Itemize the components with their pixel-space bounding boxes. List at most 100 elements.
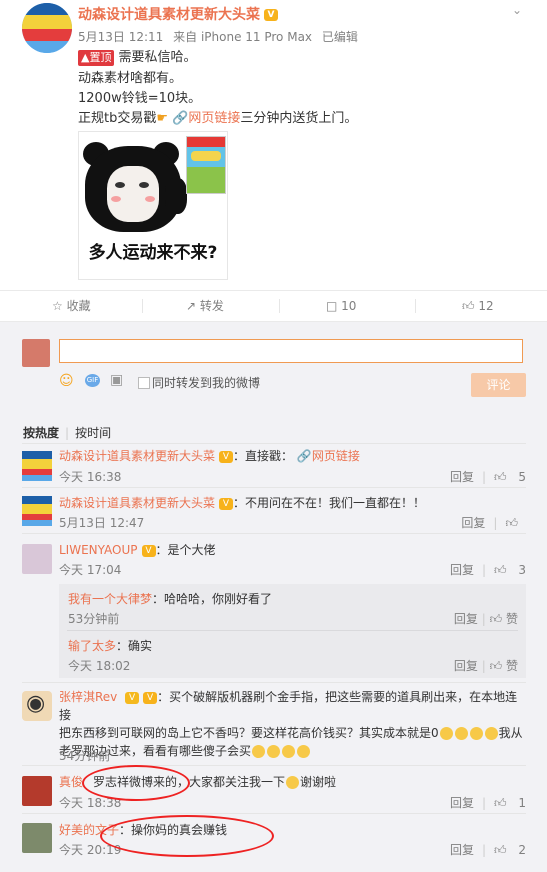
reply-button[interactable]: 回复 bbox=[450, 563, 474, 577]
comment-like-button[interactable]: 👍︎ 3 bbox=[494, 563, 526, 577]
replier-name[interactable]: 输了太多 bbox=[68, 639, 116, 653]
reply-text: 输了太多：确实 bbox=[68, 639, 153, 653]
commenter-avatar[interactable] bbox=[22, 823, 52, 853]
my-avatar[interactable] bbox=[22, 339, 50, 367]
repost-button[interactable]: ↗ 转发 bbox=[186, 291, 224, 321]
commenter-name[interactable]: 张梓淇Rev bbox=[59, 690, 117, 704]
commenter-name[interactable]: 动森设计道具素材更新大头菜 bbox=[59, 449, 215, 463]
reply-actions: 回复 | 👍︎ 赞 bbox=[453, 659, 518, 673]
gif-icon[interactable]: GIF bbox=[85, 374, 100, 387]
replier-name[interactable]: 我有一个大律梦 bbox=[68, 592, 152, 606]
comment-text: 张梓淇Rev V V ：买个破解版机器刷个金手指，把这些需要的道具刷出来，在本地连接… bbox=[59, 690, 523, 758]
reply-like-button[interactable]: 👍︎ 赞 bbox=[490, 612, 518, 626]
commenter-name[interactable]: 真俊 bbox=[59, 775, 83, 789]
panda-hand bbox=[165, 178, 187, 214]
tab-sort-time[interactable]: 按时间 bbox=[75, 426, 111, 440]
doge-emoji-icon bbox=[454, 727, 468, 740]
post-line-1: ▲置顶 需要私信哈。 bbox=[78, 46, 196, 66]
reply-time: 今天 18:02 bbox=[68, 659, 131, 673]
commenter-avatar[interactable] bbox=[22, 496, 52, 526]
commenter-name[interactable]: 动森设计道具素材更新大头菜 bbox=[59, 496, 215, 510]
comment-input[interactable] bbox=[59, 339, 523, 363]
vip-badge-icon: V bbox=[264, 9, 278, 21]
post-edited[interactable]: 已编辑 bbox=[322, 30, 358, 44]
post-line-4: 正规tb交易戳☛ 🔗网页链接三分钟内送货上门。 bbox=[78, 111, 358, 126]
web-link[interactable]: 🔗网页链接 bbox=[297, 449, 360, 463]
commenter-avatar[interactable] bbox=[22, 544, 52, 574]
favorite-button[interactable]: ☆ 收藏 bbox=[52, 291, 91, 321]
comment-actions: 回复 | 👍︎ 3 bbox=[449, 563, 526, 577]
like-button[interactable]: 👍︎ 12 bbox=[462, 291, 494, 321]
commenter-avatar[interactable] bbox=[22, 451, 52, 481]
annotation-oval bbox=[82, 765, 190, 801]
reply-button[interactable]: 回复 bbox=[454, 612, 478, 626]
laugh-emoji-icon bbox=[252, 745, 266, 758]
submit-comment-button[interactable]: 评论 bbox=[471, 373, 526, 397]
author-avatar[interactable] bbox=[22, 3, 72, 53]
reply-button[interactable]: 回复 bbox=[450, 796, 474, 810]
image-caption: 多人运动来不来? bbox=[88, 243, 218, 263]
pointing-hand-icon: ☛ bbox=[156, 111, 169, 126]
post-action-bar: ☆ 收藏 ↗ 转发 □ 10 👍︎ 12 bbox=[0, 290, 547, 322]
reply-button[interactable]: 回复 bbox=[461, 516, 485, 530]
tab-sort-hot[interactable]: 按热度 bbox=[23, 426, 59, 440]
comment-actions: 回复 | 👍︎ bbox=[453, 514, 526, 531]
thumbs-up-icon: 👍︎ bbox=[462, 299, 475, 313]
post-line-2: 动森素材啥都有。 bbox=[78, 71, 183, 86]
reply-button[interactable]: 回复 bbox=[450, 470, 474, 484]
laugh-emoji-icon bbox=[267, 745, 281, 758]
reply-button[interactable]: 回复 bbox=[450, 843, 474, 857]
chevron-down-icon[interactable]: ⌄ bbox=[512, 3, 522, 17]
repost-checkbox-label: 同时转发到我的微博 bbox=[152, 376, 261, 390]
star-icon: ☆ bbox=[52, 299, 63, 313]
vip-badge-icon: V bbox=[143, 691, 158, 704]
post-image[interactable]: 多人运动来不来? bbox=[78, 131, 228, 280]
comment-like-button[interactable]: 👍︎ bbox=[505, 516, 526, 530]
weibo-post-card: 动森设计道具素材更新大头菜 V ⌄ 5月13日 12:11 来自 iPhone 1… bbox=[0, 0, 547, 872]
comment-time: 5月13日 12:47 bbox=[59, 516, 145, 530]
laugh-emoji-icon bbox=[297, 745, 311, 758]
web-link[interactable]: 🔗网页链接 bbox=[172, 111, 240, 126]
laugh-emoji-icon bbox=[282, 745, 296, 758]
vip-badge-icon: V bbox=[141, 544, 156, 557]
doge-emoji-icon bbox=[439, 727, 453, 740]
vip-badge-icon: V bbox=[219, 497, 234, 510]
comment-text: 动森设计道具素材更新大头菜 V ：不用问在不在！我们一直都在！！ bbox=[59, 496, 426, 510]
commenter-name[interactable]: LIWENYAOUP bbox=[59, 543, 138, 557]
verified-v-icon: V bbox=[125, 691, 140, 704]
reply-actions: 回复 | 👍︎ 赞 bbox=[453, 612, 518, 626]
comment-time: 今天 17:04 bbox=[59, 563, 122, 577]
doge-emoji-icon bbox=[286, 776, 300, 789]
comment-like-button[interactable]: 👍︎ 1 bbox=[494, 796, 526, 810]
comment-actions: 回复 | 👍︎ 2 bbox=[449, 843, 526, 857]
commenter-avatar[interactable] bbox=[22, 776, 52, 806]
emoji-icon[interactable]: ☺ bbox=[59, 373, 74, 389]
comment-time: 今天 16:38 bbox=[59, 470, 122, 484]
comment-time: 54分钟前 bbox=[59, 749, 111, 763]
repost-icon: ↗ bbox=[186, 299, 197, 313]
reply-thread: 我有一个大律梦：哈哈哈，你刚好看了 53分钟前 回复 | 👍︎ 赞 输了太多：确… bbox=[59, 584, 526, 678]
reply-like-button[interactable]: 👍︎ 赞 bbox=[490, 659, 518, 673]
comment-like-button[interactable]: 👍︎ 5 bbox=[494, 470, 526, 484]
comment-actions: 回复 | 👍︎ 1 bbox=[449, 796, 526, 810]
doge-emoji-icon bbox=[469, 727, 483, 740]
sort-tabs: 按热度 | 按时间 bbox=[23, 426, 112, 440]
reply-text: 我有一个大律梦：哈哈哈，你刚好看了 bbox=[68, 592, 273, 606]
image-icon[interactable]: ▣ bbox=[110, 372, 123, 388]
reply-button[interactable]: 回复 bbox=[454, 659, 478, 673]
pin-badge: ▲置顶 bbox=[78, 50, 115, 66]
doge-emoji-icon bbox=[484, 727, 498, 740]
comment-actions: 回复 | 👍︎ 5 bbox=[449, 470, 526, 484]
comment-text: 动森设计道具素材更新大头菜 V ：直接戳： 🔗网页链接 bbox=[59, 449, 360, 463]
vip-badge-icon: V bbox=[219, 450, 234, 463]
author-name[interactable]: 动森设计道具素材更新大头菜 V bbox=[78, 4, 278, 24]
post-time[interactable]: 5月13日 12:11 bbox=[78, 30, 163, 44]
post-line-3: 1200w铃钱=10块。 bbox=[78, 91, 202, 106]
comment-button[interactable]: □ 10 bbox=[326, 291, 356, 321]
commenter-avatar[interactable]: ◉ bbox=[22, 691, 52, 721]
game-box-thumbnail bbox=[186, 136, 226, 194]
shiba-dog-icon: ◉ bbox=[26, 691, 46, 716]
repost-checkbox[interactable] bbox=[138, 377, 150, 389]
reply-time: 53分钟前 bbox=[68, 612, 120, 626]
comment-like-button[interactable]: 👍︎ 2 bbox=[494, 843, 526, 857]
